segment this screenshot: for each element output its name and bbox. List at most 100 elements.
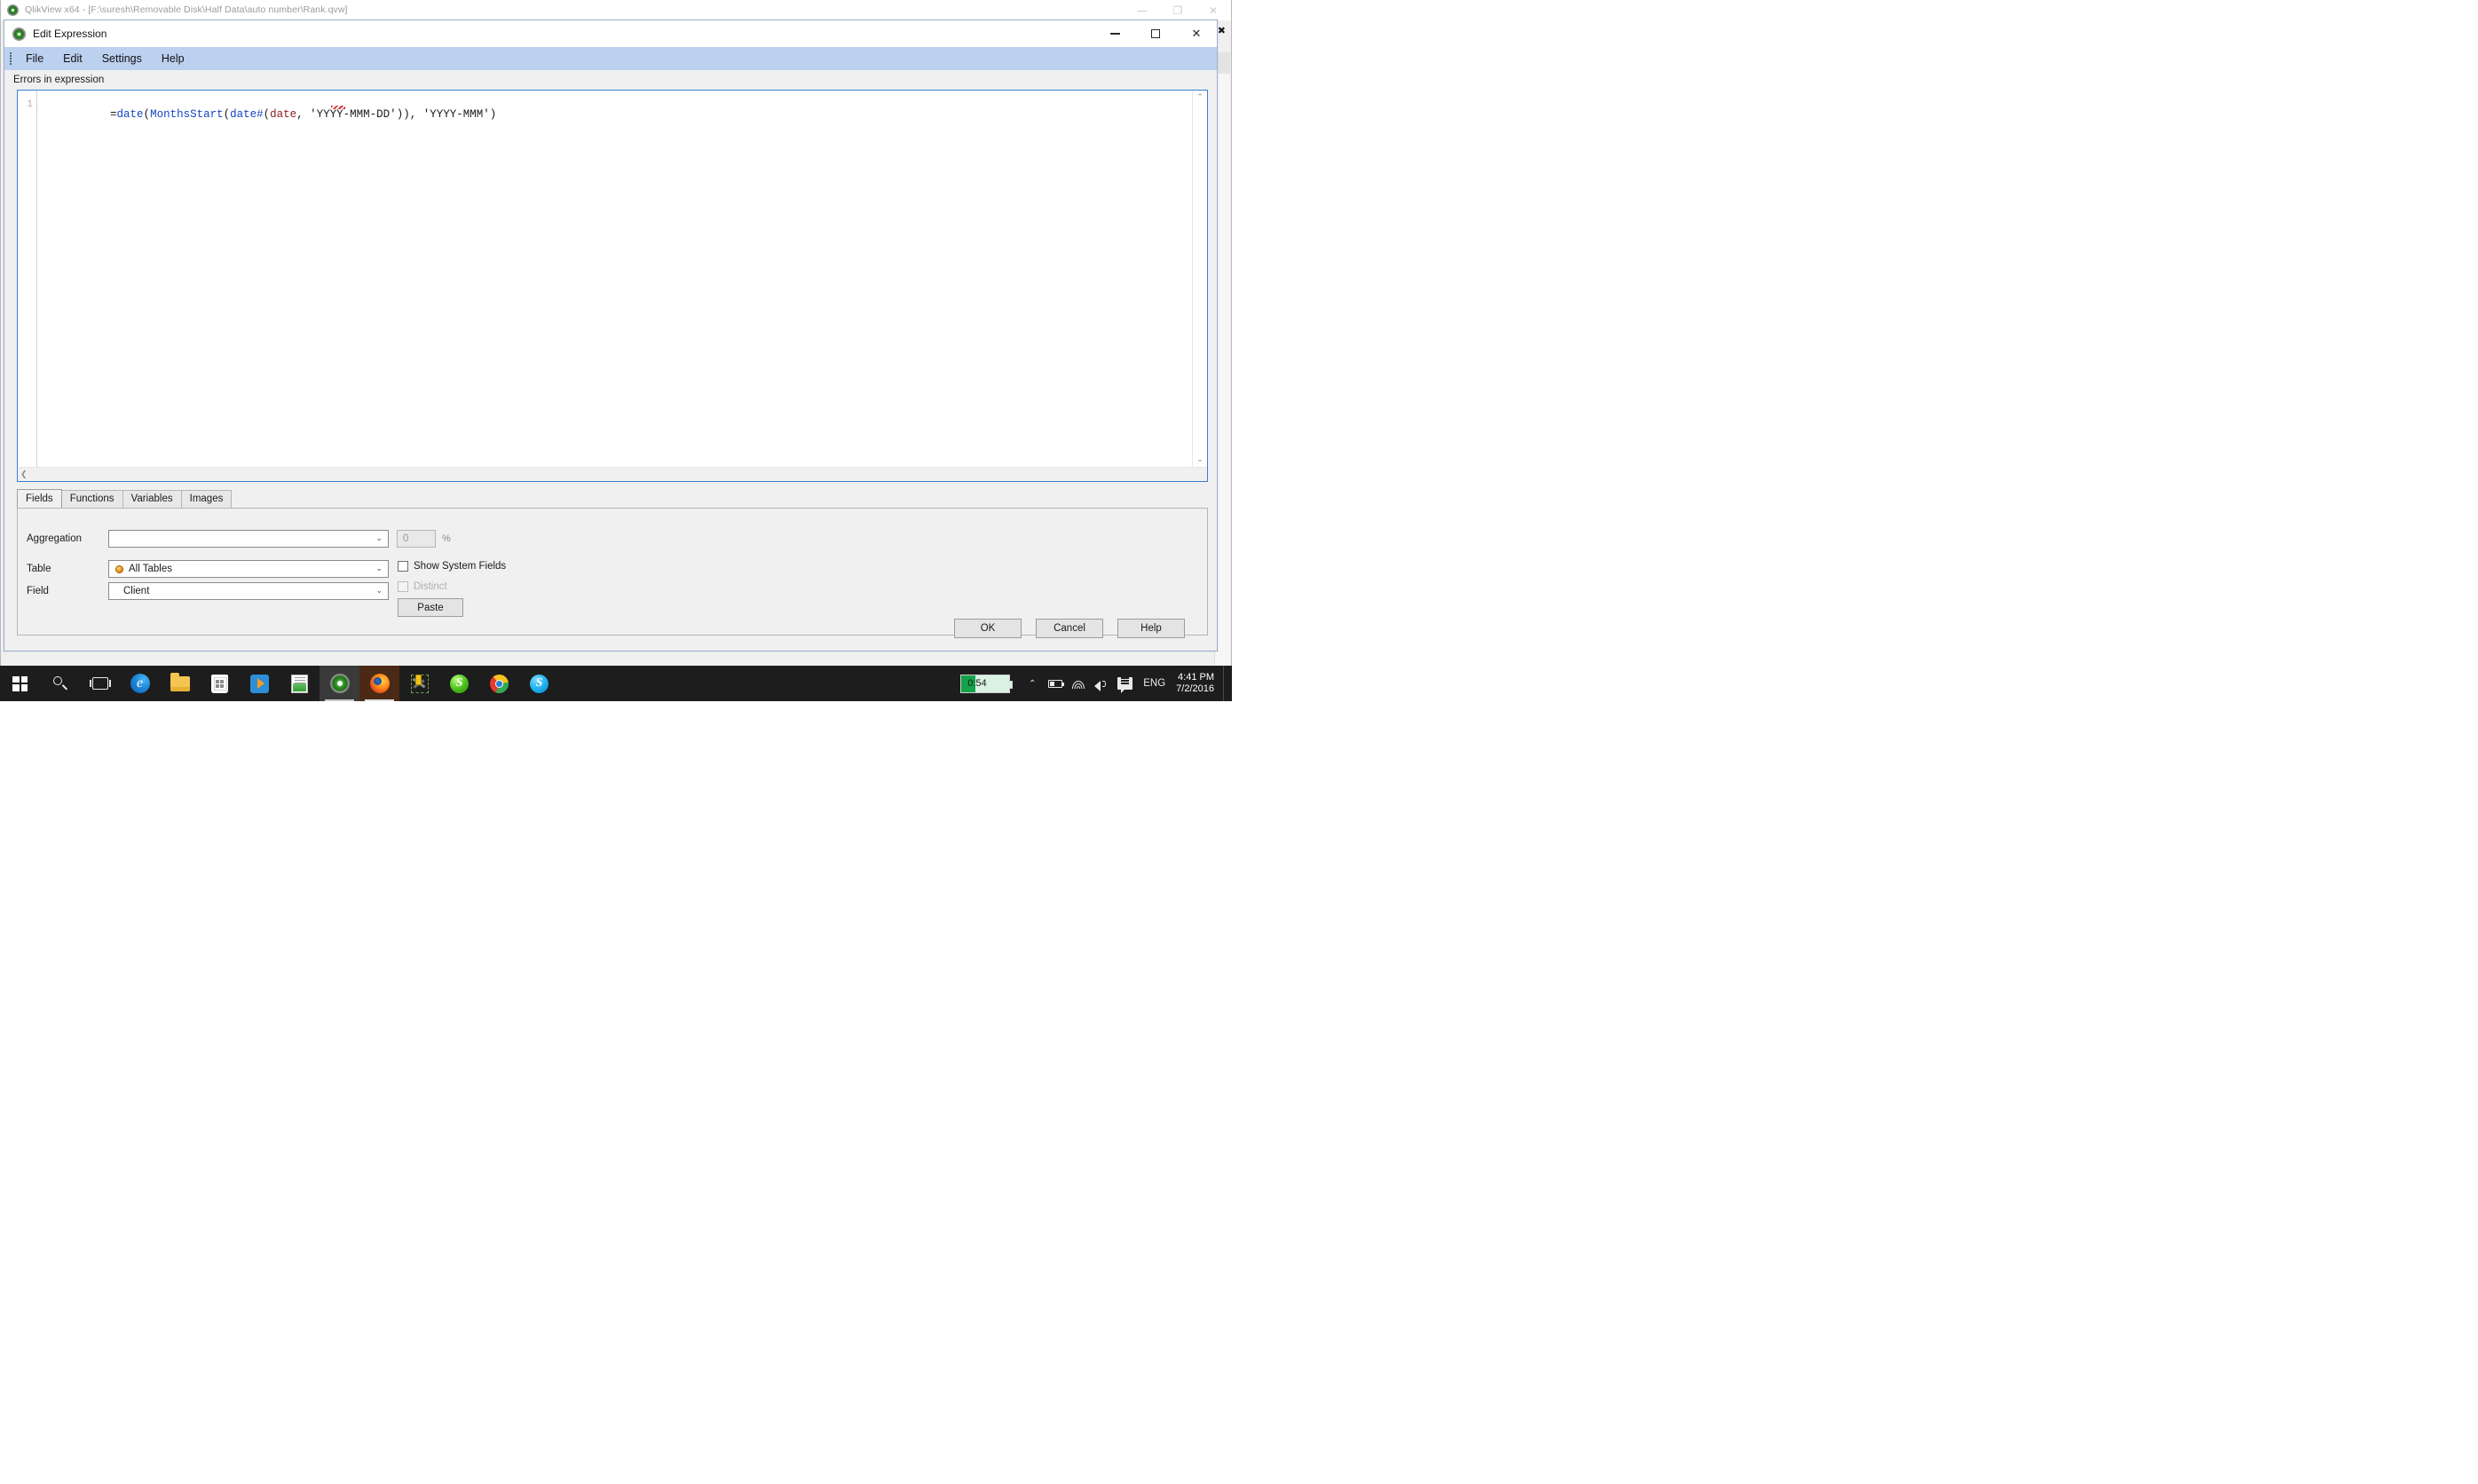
main-close-button[interactable]: ✕ [1196,0,1231,20]
dialog-tabstrip: Fields Functions Variables Images [17,489,1208,508]
show-system-fields-label: Show System Fields [414,561,507,572]
token-paren: ) [489,108,497,121]
table-select[interactable]: All Tables ⌄ [108,560,389,578]
line-number: 1 [27,99,33,110]
scroll-up-icon[interactable]: ⌃ [1196,93,1203,102]
windows-start-icon [12,675,28,691]
system-tray: 0:54 ⌃ ENG 4:41 PM 7/2/2016 [960,666,1232,701]
search-button[interactable] [40,666,80,701]
tools-icon [410,674,429,693]
volume-button[interactable] [1090,666,1113,701]
language-indicator[interactable]: ENG [1136,678,1172,689]
token-paren: )) [396,108,410,121]
percent-value: 0 [403,533,409,544]
token-format-string: 'YYYY-MMM-DD' [310,108,397,121]
aggregation-label: Aggregation [27,533,83,544]
table-value: All Tables [129,564,173,574]
qlikview-logo-icon [329,674,350,693]
scroll-down-icon[interactable]: ⌄ [1196,455,1203,464]
errors-in-expression-label: Errors in expression [13,75,105,85]
main-minimize-button[interactable]: — [1125,0,1160,20]
battery-nub [1009,680,1014,689]
menu-item-help[interactable]: Help [152,50,194,67]
qlikview-logo-icon [7,4,19,16]
help-button[interactable]: Help [1117,619,1185,638]
checkbox-box [398,581,408,592]
chevron-up-icon: ⌃ [1029,678,1037,689]
tab-fields[interactable]: Fields [17,489,62,508]
orange-circle-icon [115,564,123,573]
qlikview-logo-icon [12,27,26,41]
field-select[interactable]: Client ⌄ [108,582,389,600]
menu-item-edit[interactable]: Edit [53,50,92,67]
paste-button[interactable]: Paste [398,598,463,617]
checkbox-box[interactable] [398,561,408,572]
action-center-icon [1117,677,1132,693]
tab-variables[interactable]: Variables [122,490,182,508]
editor-vertical-scrollbar[interactable]: ⌃ ⌄ [1192,91,1207,467]
store-button[interactable] [200,666,240,701]
skype-green-button[interactable]: S [439,666,479,701]
aggregation-select[interactable]: ⌄ [108,530,389,548]
token-paren: ( [143,108,151,121]
mdi-close-button[interactable]: ✖ [1218,25,1226,36]
show-hidden-icons-button[interactable]: ⌃ [1021,666,1044,701]
expression-editor[interactable]: 1 =date(MonthsStart(date#(date, 'YYYY-MM… [17,90,1208,482]
qlikview-button[interactable] [320,666,359,701]
field-value: Client [123,586,150,596]
main-maximize-button[interactable]: ❐ [1160,0,1196,20]
battery-status-button[interactable] [1044,666,1067,701]
menubar-grip[interactable] [8,51,13,66]
edge-icon [130,674,150,693]
chevron-down-icon[interactable]: ⌄ [375,583,383,599]
dialog-minimize-button[interactable] [1094,20,1135,47]
taskbar-items: S S [0,666,559,701]
firefox-button[interactable] [359,666,399,701]
battery-time-widget[interactable]: 0:54 [960,674,1014,693]
movies-tv-button[interactable] [240,666,280,701]
menu-item-settings[interactable]: Settings [92,50,152,67]
main-window-controls: — ❐ ✕ [1125,0,1231,20]
tools-button[interactable] [399,666,439,701]
edge-button[interactable] [120,666,160,701]
tab-images[interactable]: Images [180,490,233,508]
aggregation-percent-input[interactable]: 0 [397,530,436,548]
desktop-screen: QlikView x64 - [F:\suresh\Removable Disk… [0,0,2478,1484]
show-system-fields-checkbox[interactable]: Show System Fields [398,561,506,572]
menu-item-file[interactable]: File [16,50,53,67]
cancel-button[interactable]: Cancel [1036,619,1103,638]
editor-content-row: 1 =date(MonthsStart(date#(date, 'YYYY-MM… [18,91,1207,467]
clock-date: 7/2/2016 [1176,683,1214,694]
dialog-close-button[interactable]: ✕ [1176,20,1217,47]
skype-button[interactable]: S [519,666,559,701]
clock[interactable]: 4:41 PM 7/2/2016 [1172,672,1223,695]
percent-symbol-label: % [442,533,451,544]
token-separator: , [409,108,423,121]
folder-icon [170,672,190,691]
show-desktop-button[interactable] [1223,666,1228,701]
token-paren: ( [223,108,231,121]
chrome-button[interactable] [479,666,519,701]
table-label: Table [27,564,51,574]
network-status-button[interactable] [1067,666,1090,701]
battery-time-value: 0:54 [967,678,987,689]
editor-horizontal-scrollbar[interactable]: ❮ [18,467,1207,481]
chevron-down-icon[interactable]: ⌄ [375,561,383,577]
ok-button[interactable]: OK [954,619,1022,638]
start-button[interactable] [0,666,40,701]
scroll-left-icon[interactable]: ❮ [20,470,28,479]
error-squiggle-underline [331,106,345,109]
notepad-button[interactable] [280,666,320,701]
task-view-button[interactable] [80,666,120,701]
expression-text[interactable]: =date(MonthsStart(date#(date, 'YYYY-MMM-… [37,91,1192,467]
dialog-title: Edit Expression [33,28,107,40]
chevron-down-icon[interactable]: ⌄ [375,531,383,547]
file-explorer-button[interactable] [160,666,200,701]
windows-taskbar: S S 0:54 ⌃ [0,666,1232,701]
action-center-button[interactable] [1113,666,1136,701]
wifi-icon [1071,678,1085,689]
clock-time: 4:41 PM [1178,672,1214,683]
dialog-maximize-button[interactable] [1135,20,1176,47]
tab-functions[interactable]: Functions [60,490,123,508]
token-paren: ( [263,108,271,121]
